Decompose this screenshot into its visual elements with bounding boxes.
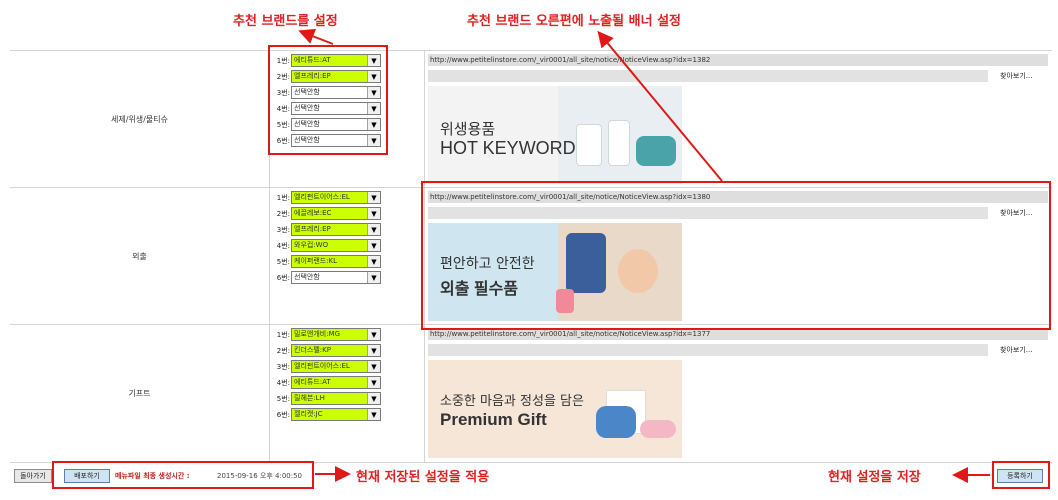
product-bottle-icon (608, 120, 630, 166)
brand-slot-6: 6번: 선택안함 ▼ (274, 271, 381, 284)
category-label: 외출 (10, 188, 270, 324)
browse-button[interactable]: 찾아보기... (1000, 344, 1032, 356)
brand-select[interactable]: 케이퍼랜드:KL ▼ (291, 255, 381, 268)
brand-select-value: 와우컵:WO (292, 240, 367, 251)
category-label: 세제/위생/물티슈 (10, 51, 270, 187)
brand-select-value: 엘프레리:EP (292, 224, 367, 235)
category-label: 기프트 (10, 325, 270, 462)
brand-slot-6: 6번: 젤리캣:JC ▼ (274, 408, 381, 421)
brand-select[interactable]: 킨더스펠:KP ▼ (291, 344, 381, 357)
brand-select[interactable]: 릴헤븐:LH ▼ (291, 392, 381, 405)
brand-select[interactable]: 젤리캣:JC ▼ (291, 408, 381, 421)
banner-settings: http://www.petitelinstore.com/_vir0001/a… (425, 325, 1052, 462)
brand-select[interactable]: 밀로앤개비:MG ▼ (291, 328, 381, 341)
chevron-down-icon[interactable]: ▼ (367, 361, 380, 372)
banner-link-url-input[interactable]: http://www.petitelinstore.com/_vir0001/a… (428, 54, 1048, 66)
brand-select-value: 밀로앤개비:MG (292, 329, 367, 340)
slot-number: 5번: (276, 257, 290, 266)
chevron-down-icon[interactable]: ▼ (367, 409, 380, 420)
chevron-down-icon[interactable]: ▼ (367, 377, 380, 388)
slot-number: 4번: (276, 241, 290, 250)
product-pouch-icon (636, 136, 676, 166)
banner-line-2: HOT KEYWORD (440, 138, 576, 158)
brand-select-value: 젤리캣:JC (292, 409, 367, 420)
annotation-banner-setting: 추천 브랜드 오른편에 노출될 배너 설정 (467, 14, 681, 29)
slot-number: 4번: (276, 378, 290, 387)
chevron-down-icon[interactable]: ▼ (367, 240, 380, 251)
slot-number: 1번: (276, 330, 290, 339)
arrow-brand-setting (298, 28, 334, 45)
banner-image: 소중한 마음과 정성을 담은 Premium Gift (428, 360, 682, 458)
baby-shoes-icon (640, 420, 676, 438)
brand-slot-2: 2번: 에끌레보:EC ▼ (274, 207, 381, 220)
toy-elephant-icon (596, 406, 636, 438)
brand-select-value: 릴헤븐:LH (292, 393, 367, 404)
annotation-save-current: 현재 설정을 저장 (828, 470, 921, 485)
browse-button[interactable]: 찾아보기... (1000, 70, 1032, 82)
highlight-brand-setting (268, 45, 388, 155)
product-bottle-icon (576, 124, 602, 166)
slot-number: 6번: (276, 410, 290, 419)
back-button[interactable]: 돌아가기 (14, 469, 52, 483)
brand-select[interactable]: 선택안함 ▼ (291, 271, 381, 284)
chevron-down-icon[interactable]: ▼ (367, 329, 380, 340)
slot-number: 2번: (276, 346, 290, 355)
brand-slot-4: 4번: 에티튜드:AT ▼ (274, 376, 381, 389)
table-row: 세제/위생/물티슈 1번: 에티튜드:AT ▼ 2번: 엘프레리:EP ▼ 3번: 선택안… (10, 51, 1052, 188)
slot-number: 2번: (276, 209, 290, 218)
brand-slots: 1번: 엘리펀트이어스:EL ▼ 2번: 에끌레보:EC ▼ 3번: 엘프레리:EP ▼ 4… (270, 188, 425, 324)
banner-file-input[interactable] (428, 70, 988, 82)
table-row: 기프트 1번: 밀로앤개비:MG ▼ 2번: 킨더스펠:KP ▼ 3번: 엘리펀트이어스:… (10, 325, 1052, 463)
chevron-down-icon[interactable]: ▼ (367, 256, 380, 267)
highlight-deploy-area (52, 461, 314, 489)
slot-number: 3번: (276, 362, 290, 371)
chevron-down-icon[interactable]: ▼ (367, 224, 380, 235)
brand-select[interactable]: 에티튜드:AT ▼ (291, 376, 381, 389)
chevron-down-icon[interactable]: ▼ (367, 208, 380, 219)
annotation-brand-setting: 추천 브랜드를 설정 (233, 14, 338, 29)
highlight-banner-setting (421, 181, 1051, 330)
banner-line-1: 소중한 마음과 정성을 담은 (440, 394, 584, 409)
slot-number: 5번: (276, 394, 290, 403)
brand-select-value: 에티튜드:AT (292, 377, 367, 388)
brand-select[interactable]: 엘리펀트이어스:EL ▼ (291, 360, 381, 373)
brand-slot-3: 3번: 엘리펀트이어스:EL ▼ (274, 360, 381, 373)
brand-slot-2: 2번: 킨더스펠:KP ▼ (274, 344, 381, 357)
chevron-down-icon[interactable]: ▼ (367, 393, 380, 404)
brand-slots: 1번: 밀로앤개비:MG ▼ 2번: 킨더스펠:KP ▼ 3번: 엘리펀트이어스:EL ▼ … (270, 325, 425, 462)
slot-number: 1번: (276, 193, 290, 202)
banner-image: 위생용품 HOT KEYWORD (428, 86, 682, 184)
brand-select-value: 선택안함 (294, 273, 320, 281)
chevron-down-icon[interactable]: ▼ (367, 272, 380, 283)
slot-number: 3번: (276, 225, 290, 234)
brand-slot-3: 3번: 엘프레리:EP ▼ (274, 223, 381, 236)
annotation-apply-current: 현재 저장된 설정을 적용 (356, 470, 490, 485)
brand-slot-1: 1번: 엘리펀트이어스:EL ▼ (274, 191, 381, 204)
slot-number: 6번: (276, 273, 290, 282)
brand-select-value: 에끌레보:EC (292, 208, 367, 219)
banner-file-input[interactable] (428, 344, 988, 356)
banner-settings: http://www.petitelinstore.com/_vir0001/a… (425, 51, 1052, 187)
brand-select[interactable]: 엘리펀트이어스:EL ▼ (291, 191, 381, 204)
brand-select[interactable]: 엘프레리:EP ▼ (291, 223, 381, 236)
brand-slot-4: 4번: 와우컵:WO ▼ (274, 239, 381, 252)
brand-select[interactable]: 에끌레보:EC ▼ (291, 207, 381, 220)
brand-select-value: 킨더스펠:KP (292, 345, 367, 356)
brand-select-value: 엘리펀트이어스:EL (292, 361, 367, 372)
brand-slot-5: 5번: 케이퍼랜드:KL ▼ (274, 255, 381, 268)
brand-select[interactable]: 와우컵:WO ▼ (291, 239, 381, 252)
brand-select-value: 엘리펀트이어스:EL (292, 192, 367, 203)
chevron-down-icon[interactable]: ▼ (367, 192, 380, 203)
chevron-down-icon[interactable]: ▼ (367, 345, 380, 356)
brand-select-value: 케이퍼랜드:KL (292, 256, 367, 267)
banner-line-1: 위생용품 (440, 120, 496, 138)
banner-line-2: Premium Gift (440, 410, 547, 429)
brand-slot-5: 5번: 릴헤븐:LH ▼ (274, 392, 381, 405)
brand-slot-1: 1번: 밀로앤개비:MG ▼ (274, 328, 381, 341)
highlight-register-button (992, 461, 1050, 489)
